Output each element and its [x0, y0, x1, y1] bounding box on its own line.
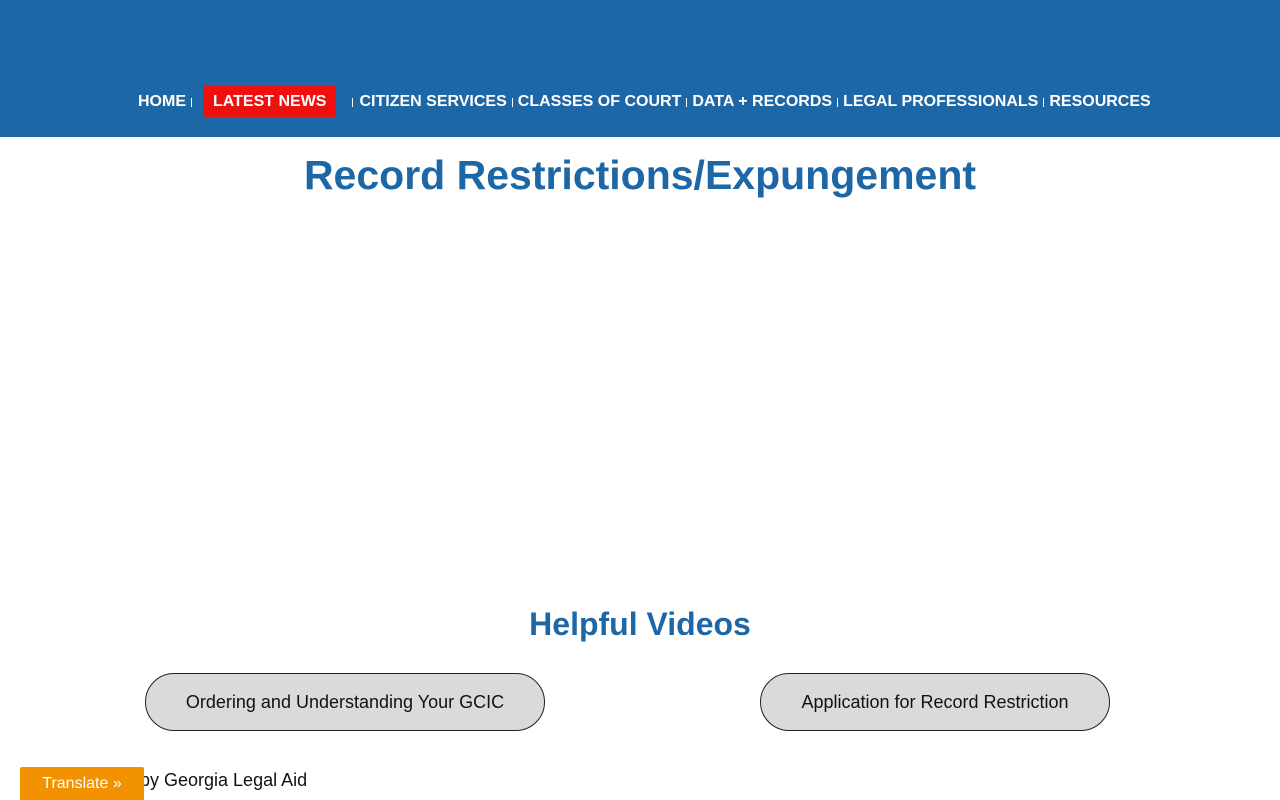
nav-item-home[interactable]: HOME: [138, 86, 186, 117]
nav-divider: [191, 98, 192, 107]
nav-item-resources[interactable]: RESOURCES: [1049, 86, 1150, 117]
video-credit-text: by Georgia Legal Aid: [140, 770, 308, 790]
nav-item-latest-news[interactable]: LATEST NEWS: [203, 86, 337, 117]
main-navigation: HOME LATEST NEWS CITIZEN SERVICES CLASSE…: [138, 86, 1151, 117]
nav-item-citizen-services[interactable]: CITIZEN SERVICES: [359, 86, 506, 117]
nav-divider: [352, 98, 354, 107]
translate-button[interactable]: Translate »: [20, 767, 144, 800]
record-restriction-video-button[interactable]: Application for Record Restriction: [760, 673, 1110, 731]
nav-item-data-records[interactable]: DATA + RECORDS: [692, 86, 832, 117]
gcic-video-button[interactable]: Ordering and Understanding Your GCIC: [145, 673, 545, 731]
page-title: Record Restrictions/Expungement: [303, 152, 977, 198]
nav-item-legal-professionals[interactable]: LEGAL PROFESSIONALS: [843, 86, 1038, 117]
nav-divider: [1043, 98, 1045, 107]
site-header: HOME LATEST NEWS CITIZEN SERVICES CLASSE…: [0, 0, 1280, 137]
nav-divider: [837, 98, 839, 107]
nav-divider: [511, 98, 513, 107]
helpful-videos-heading: Helpful Videos: [529, 606, 751, 642]
nav-item-classes-of-court[interactable]: CLASSES OF COURT: [518, 86, 682, 117]
nav-divider: [686, 98, 688, 107]
